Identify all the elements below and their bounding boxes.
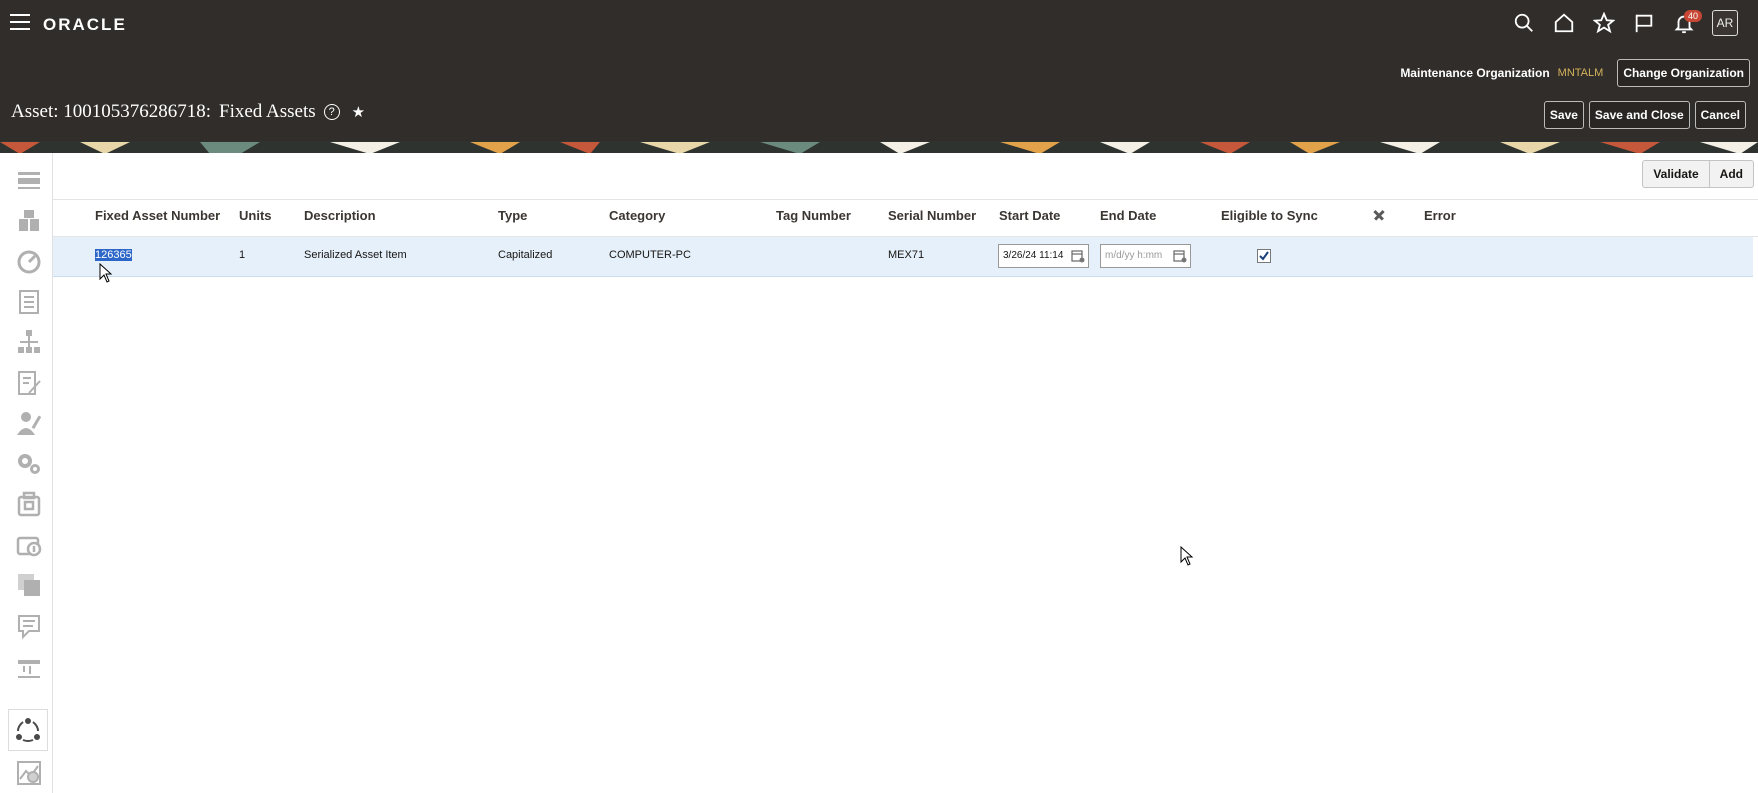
- validate-button[interactable]: Validate: [1642, 160, 1710, 188]
- calendar-icon[interactable]: [1173, 249, 1187, 263]
- column-header-units[interactable]: Units: [239, 208, 272, 223]
- left-navigation-rail: [0, 153, 53, 793]
- favorite-star-icon[interactable]: ★: [352, 103, 365, 122]
- notes-icon[interactable]: [12, 610, 46, 642]
- start-date-input[interactable]: 3/26/24 11:14: [998, 244, 1089, 268]
- column-header-error[interactable]: Error: [1424, 208, 1456, 223]
- units-cell: 1: [239, 249, 246, 261]
- structure-icon[interactable]: [12, 205, 46, 237]
- checkmark-icon: [1259, 251, 1269, 261]
- search-icon[interactable]: [1504, 8, 1544, 38]
- maintenance-program-icon[interactable]: [12, 528, 46, 560]
- column-header-end-date[interactable]: End Date: [1100, 208, 1156, 223]
- column-header-start-date[interactable]: Start Date: [999, 208, 1060, 223]
- hierarchy-icon[interactable]: [12, 326, 46, 358]
- column-header-fixed-asset-number[interactable]: Fixed Asset Number: [95, 208, 220, 223]
- fixed-asset-number-cell[interactable]: 126365: [95, 249, 132, 261]
- home-icon[interactable]: [1544, 8, 1584, 38]
- analytics-chart-icon[interactable]: [12, 757, 46, 789]
- table-row[interactable]: 126365 1 Serialized Asset Item Capitaliz…: [53, 237, 1753, 277]
- settings-gears-icon[interactable]: [12, 447, 46, 479]
- flag-icon[interactable]: [1624, 8, 1664, 38]
- page-title: Asset: 100105376286718: Fixed Assets ? ★: [11, 101, 365, 123]
- cancel-button[interactable]: Cancel: [1694, 101, 1746, 129]
- org-value: MNTALM: [1557, 67, 1604, 79]
- work-order-icon[interactable]: [12, 488, 46, 520]
- oracle-logo[interactable]: ORACLE: [43, 15, 127, 35]
- hamburger-menu-icon[interactable]: [10, 14, 30, 30]
- page-actions: Save Save and Close Cancel: [1543, 101, 1746, 129]
- column-header-category[interactable]: Category: [609, 208, 665, 223]
- mouse-cursor-icon: [99, 262, 113, 283]
- decorative-banner: [0, 141, 1758, 153]
- user-avatar[interactable]: AR: [1712, 10, 1738, 36]
- save-button[interactable]: Save: [1543, 101, 1584, 129]
- tools-icon: [1371, 207, 1387, 226]
- category-cell: COMPUTER-PC: [609, 249, 691, 261]
- technician-icon[interactable]: [12, 407, 46, 439]
- star-icon[interactable]: [1584, 8, 1624, 38]
- end-date-placeholder: m/d/yy h:mm: [1105, 250, 1163, 261]
- add-button[interactable]: Add: [1709, 160, 1754, 188]
- serial-number-cell: MEX71: [888, 249, 925, 261]
- organization-bar: Maintenance Organization MNTALM Change O…: [1400, 59, 1750, 87]
- copies-icon[interactable]: [12, 569, 46, 601]
- description-cell: Serialized Asset Item: [304, 249, 407, 261]
- page-title-section: Fixed Assets: [219, 101, 316, 122]
- column-header-serial-number[interactable]: Serial Number: [888, 208, 976, 223]
- column-header-tag-number[interactable]: Tag Number: [776, 208, 851, 223]
- eligible-to-sync-checkbox[interactable]: [1257, 249, 1271, 263]
- column-header-description[interactable]: Description: [304, 208, 376, 223]
- start-date-value: 3/26/24 11:14: [1003, 250, 1064, 261]
- help-icon[interactable]: ?: [323, 104, 340, 120]
- table-toolbar: Validate Add: [1642, 160, 1754, 188]
- notification-count-badge: 40: [1683, 10, 1702, 22]
- fixed-assets-panel: Validate Add Fixed Asset Number Units De…: [53, 153, 1758, 793]
- page-title-text: Asset: 100105376286718:: [11, 101, 212, 122]
- meters-gauge-icon[interactable]: [12, 245, 46, 277]
- global-icons: 40 AR: [1504, 8, 1738, 38]
- overview-icon[interactable]: [12, 165, 46, 197]
- calendar-icon[interactable]: [1071, 249, 1085, 263]
- fixed-assets-cycle-icon[interactable]: [8, 709, 48, 751]
- column-header-type[interactable]: Type: [498, 208, 527, 223]
- mouse-cursor-icon: [1180, 545, 1194, 566]
- type-cell: Capitalized: [498, 249, 553, 261]
- edit-document-icon[interactable]: [12, 367, 46, 399]
- end-date-input[interactable]: m/d/yy h:mm: [1100, 244, 1191, 268]
- org-label: Maintenance Organization: [1400, 66, 1550, 80]
- fixed-asset-number-value[interactable]: 126365: [95, 249, 132, 261]
- global-header: ORACLE 40 AR Maintenance Organization MN…: [0, 0, 1758, 141]
- column-header-eligible-to-sync[interactable]: Eligible to Sync: [1221, 208, 1318, 223]
- toolbar-divider: [53, 199, 1758, 200]
- save-and-close-button[interactable]: Save and Close: [1588, 101, 1690, 129]
- change-organization-button[interactable]: Change Organization: [1617, 59, 1750, 87]
- bell-icon[interactable]: 40: [1664, 8, 1704, 38]
- table-header: Fixed Asset Number Units Description Typ…: [53, 208, 1758, 234]
- timeline-icon[interactable]: [12, 650, 46, 682]
- document-list-icon[interactable]: [12, 286, 46, 318]
